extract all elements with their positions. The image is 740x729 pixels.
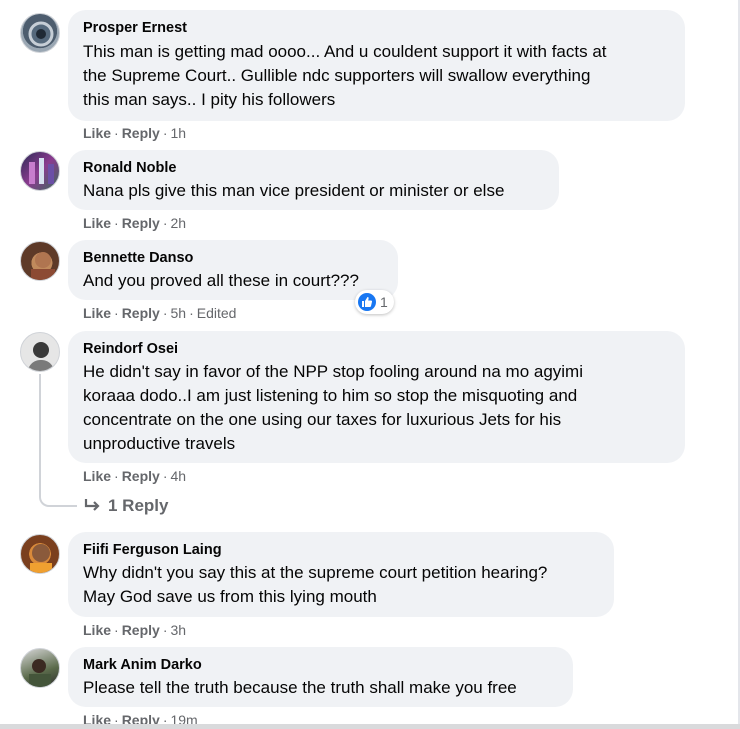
comment-bubble: Fiifi Ferguson Laing Why didn't you say …: [68, 532, 614, 617]
comment-bubble: Reindorf Osei He didn't say in favor of …: [68, 331, 685, 463]
avatar[interactable]: [20, 241, 60, 281]
comment-author[interactable]: Prosper Ernest: [83, 19, 670, 37]
person-photo-icon: [27, 342, 55, 371]
comment-author[interactable]: Reindorf Osei: [83, 340, 670, 358]
comment-bubble: Mark Anim Darko Please tell the truth be…: [68, 647, 573, 707]
reply-button[interactable]: Reply: [122, 305, 160, 321]
previous-actions-sliver: [83, 0, 173, 2]
view-replies-button[interactable]: 1 Reply: [84, 496, 168, 516]
comment-time[interactable]: 1h: [170, 125, 186, 141]
view-replies-label[interactable]: 1 Reply: [108, 496, 168, 516]
like-icon: [358, 293, 376, 311]
reaction-count: 1: [380, 294, 388, 310]
like-button[interactable]: Like: [83, 305, 111, 321]
comment-time[interactable]: 2h: [170, 215, 186, 231]
person-photo-icon: [29, 659, 51, 687]
comment-text: He didn't say in favor of the NPP stop f…: [83, 362, 583, 453]
comment-author[interactable]: Mark Anim Darko: [83, 656, 558, 674]
reply-button[interactable]: Reply: [122, 468, 160, 484]
like-button[interactable]: Like: [83, 125, 111, 141]
like-button[interactable]: Like: [83, 622, 111, 638]
person-photo-icon: [31, 252, 55, 280]
person-photo-icon: [30, 544, 52, 573]
like-button[interactable]: Like: [83, 468, 111, 484]
comment-author[interactable]: Ronald Noble: [83, 159, 544, 177]
comment-text: This man is getting mad oooo... And u co…: [83, 42, 607, 109]
reply-arrow-icon: [84, 499, 100, 511]
comment-text: Nana pls give this man vice president or…: [83, 181, 505, 200]
horizontal-scrollbar[interactable]: [0, 724, 740, 729]
reaction-badge[interactable]: 1: [355, 290, 394, 314]
thumbs-up-icon: [362, 297, 373, 307]
comment-text: Why didn't you say this at the supreme c…: [83, 563, 548, 606]
avatar[interactable]: [20, 648, 60, 688]
reply-button[interactable]: Reply: [122, 125, 160, 141]
comment-author[interactable]: Fiifi Ferguson Laing: [83, 541, 599, 559]
reply-button[interactable]: Reply: [122, 215, 160, 231]
person-photo-icon: [29, 158, 54, 184]
edited-label[interactable]: Edited: [197, 305, 237, 321]
comment-actions: Like · Reply · 2h: [83, 215, 187, 231]
reply-button[interactable]: Reply: [122, 622, 160, 638]
avatar[interactable]: [20, 534, 60, 574]
comment-time[interactable]: 5h: [170, 305, 186, 321]
comment-text: And you proved all these in court???: [83, 271, 359, 290]
comment-actions: Like · Reply · 5h · Edited: [83, 305, 237, 321]
avatar[interactable]: [20, 332, 60, 372]
comment-bubble: Bennette Danso And you proved all these …: [68, 240, 398, 300]
comment-bubble: Ronald Noble Nana pls give this man vice…: [68, 150, 559, 210]
comment-time[interactable]: 4h: [170, 468, 186, 484]
avatar[interactable]: [20, 13, 60, 53]
like-button[interactable]: Like: [83, 215, 111, 231]
watch-photo-icon: [28, 21, 54, 47]
comment-actions: Like · Reply · 4h: [83, 468, 187, 484]
comment-author[interactable]: Bennette Danso: [83, 249, 383, 267]
comment-actions: Like · Reply · 3h: [83, 622, 187, 638]
comment-actions: Like · Reply · 1h: [83, 125, 187, 141]
avatar[interactable]: [20, 151, 60, 191]
comment-time[interactable]: 3h: [170, 622, 186, 638]
comment-text: Please tell the truth because the truth …: [83, 678, 517, 697]
comment-bubble: Prosper Ernest This man is getting mad o…: [68, 10, 685, 121]
